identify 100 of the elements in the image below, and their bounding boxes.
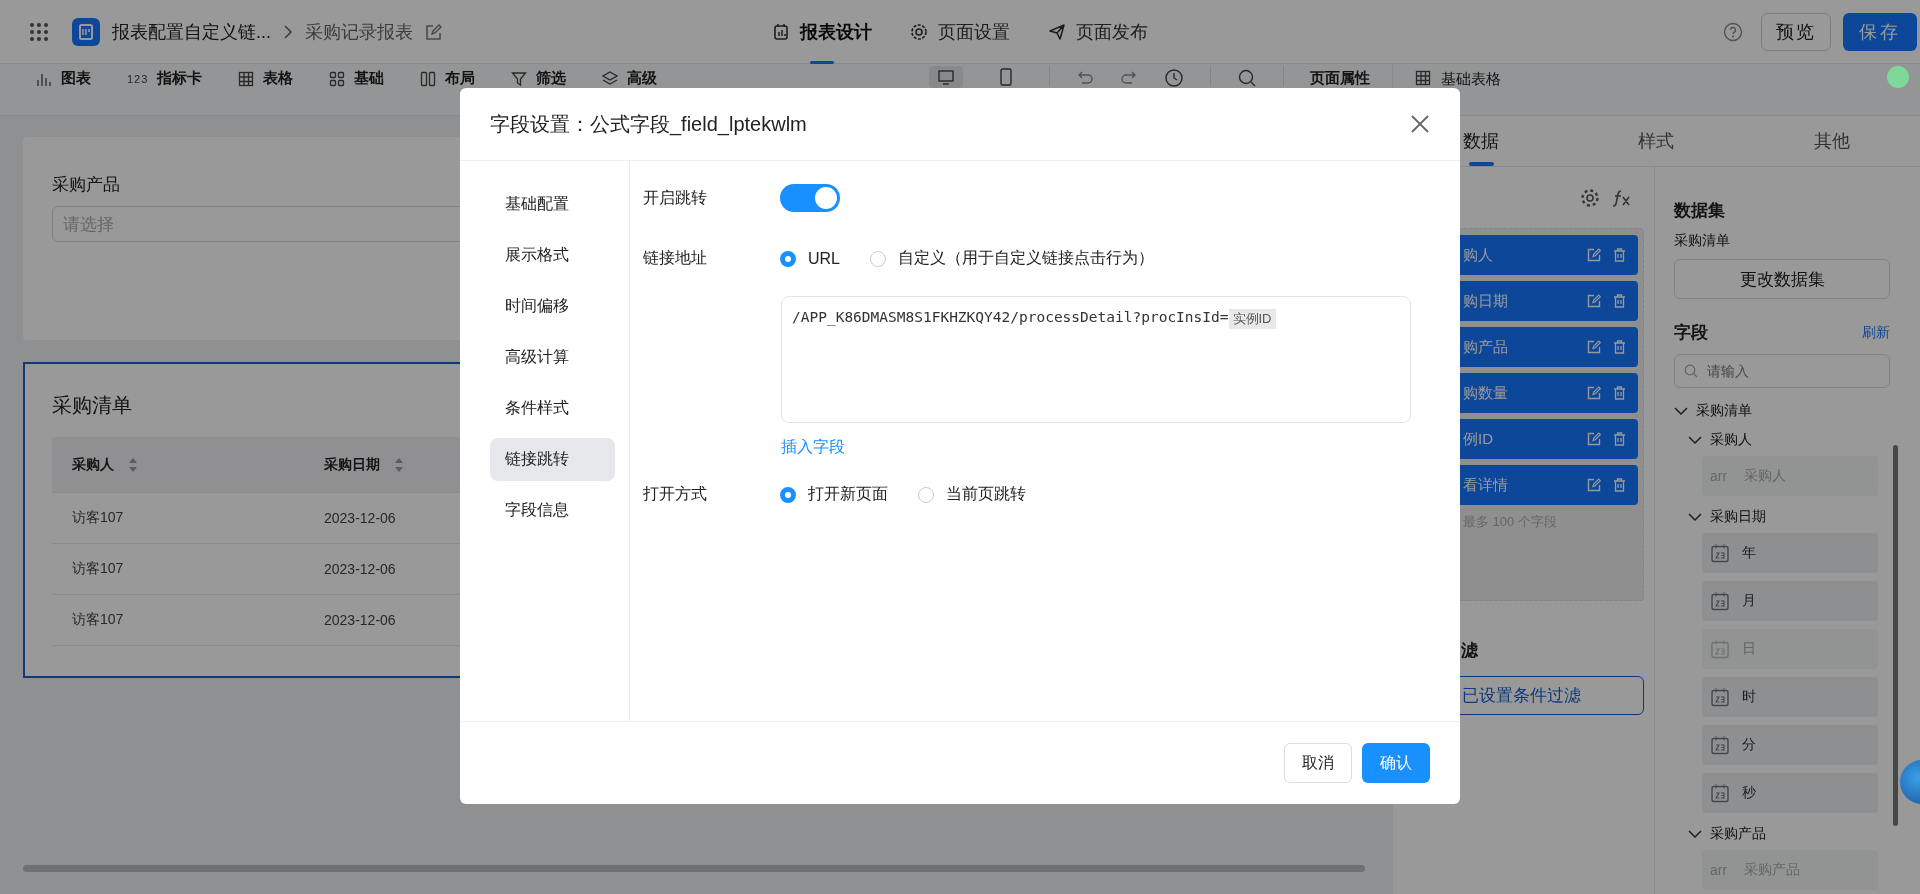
calendar-icon	[1710, 591, 1730, 611]
calendar-icon	[1710, 639, 1730, 659]
layers-icon	[602, 70, 619, 87]
field-item[interactable]: 分	[1702, 725, 1878, 765]
radio-label[interactable]: 打开新页面	[808, 484, 888, 505]
horizontal-scrollbar[interactable]	[23, 865, 1365, 872]
paper-plane-icon	[1048, 23, 1066, 41]
section-heading: 数据集	[1674, 200, 1726, 222]
sort-icon[interactable]	[394, 456, 404, 473]
panel-tab[interactable]: 数据	[1393, 116, 1569, 166]
radio-label[interactable]: URL	[808, 249, 840, 268]
tree-node[interactable]: 采购人	[1710, 431, 1752, 449]
calendar-chart-icon	[772, 23, 790, 41]
table-cell: 访客107	[72, 509, 124, 527]
tree-node[interactable]: 采购日期	[1710, 508, 1766, 526]
confirm-button[interactable]: 确认	[1362, 743, 1430, 783]
field-item[interactable]: 秒	[1702, 773, 1878, 813]
section-heading: 滤	[1460, 640, 1479, 662]
toggle-switch[interactable]	[780, 184, 840, 212]
component-title: 基础表格	[1441, 70, 1501, 89]
delete-icon[interactable]	[1613, 432, 1626, 446]
component-tool[interactable]: 基础	[329, 69, 385, 88]
component-tool[interactable]: 表格	[238, 69, 294, 88]
dialog-title: 字段设置：公式字段_field_lptekwlm	[490, 111, 807, 138]
chevron-down-icon[interactable]	[1688, 435, 1702, 445]
tree-node[interactable]: 采购清单	[1696, 402, 1752, 420]
calendar-icon	[1710, 543, 1730, 563]
sort-icon[interactable]	[128, 456, 138, 473]
table-cell: 访客107	[72, 611, 124, 629]
panel-tab[interactable]: 样式	[1568, 116, 1745, 166]
close-icon[interactable]	[1410, 114, 1430, 134]
help-icon[interactable]	[1723, 22, 1743, 42]
delete-icon[interactable]	[1613, 294, 1626, 308]
filter-icon	[511, 70, 528, 87]
app-title[interactable]: 报表配置自定义链...	[112, 20, 271, 44]
chevron-down-icon[interactable]	[1688, 829, 1702, 839]
component-tool[interactable]: 图表	[36, 69, 91, 88]
settings-nav-item[interactable]: 链接跳转	[490, 438, 615, 481]
nav-tab[interactable]: 报表设计	[772, 0, 872, 64]
component-tool[interactable]: 高级	[602, 69, 658, 88]
component-tool[interactable]: 布局	[420, 69, 476, 88]
delete-icon[interactable]	[1613, 478, 1626, 492]
radio-label[interactable]: 当前页跳转	[946, 484, 1026, 505]
component-tool[interactable]: 123 指标卡	[127, 69, 203, 88]
field-label: 开启跳转	[643, 188, 708, 208]
search-icon[interactable]	[1237, 68, 1257, 88]
insert-field-link[interactable]: 插入字段	[781, 437, 845, 458]
table-cell: 2023-12-06	[324, 510, 396, 526]
settings-nav-item[interactable]: 字段信息	[490, 489, 615, 532]
nav-tab[interactable]: 页面设置	[910, 0, 1010, 64]
blocks-icon	[329, 70, 346, 87]
save-button[interactable]: 保存	[1843, 13, 1917, 51]
component-tool[interactable]: 筛选	[511, 69, 567, 88]
table-cell: 访客107	[72, 560, 124, 578]
delete-icon[interactable]	[1613, 248, 1626, 262]
settings-nav-item[interactable]: 条件样式	[490, 387, 615, 430]
field-label: 打开方式	[643, 484, 708, 504]
nav-tab[interactable]: 页面发布	[1048, 0, 1148, 64]
column-header[interactable]: 采购人	[72, 455, 114, 474]
history-icon[interactable]	[1164, 68, 1184, 88]
search-icon	[1684, 364, 1698, 378]
calendar-icon	[1710, 783, 1730, 803]
filter-label: 采购产品	[52, 174, 120, 196]
url-textarea[interactable]: /APP_K86DMASM8S1FKHZKQY42/processDetail?procInsId= 实例ID	[781, 296, 1411, 423]
tree-node[interactable]: 采购产品	[1710, 825, 1766, 843]
chevron-down-icon[interactable]	[1688, 512, 1702, 522]
calendar-icon	[1710, 735, 1730, 755]
vertical-scrollbar[interactable]	[1893, 445, 1898, 826]
report-logo-icon	[72, 18, 100, 46]
panel-tab[interactable]: 其他	[1744, 116, 1920, 166]
cancel-button[interactable]: 取消	[1284, 743, 1352, 783]
table-cell: 2023-12-06	[324, 561, 396, 577]
page-properties-button[interactable]: 页面属性	[1310, 69, 1370, 88]
section-heading: 字段	[1674, 322, 1708, 344]
settings-nav-item[interactable]: 时间偏移	[490, 285, 615, 328]
field-item[interactable]: 年	[1702, 533, 1878, 573]
delete-icon[interactable]	[1613, 386, 1626, 400]
formula-icon[interactable]	[1612, 189, 1632, 207]
preview-button[interactable]: 预览	[1761, 13, 1831, 51]
edit-icon[interactable]	[425, 23, 442, 41]
field-item[interactable]: 时	[1702, 677, 1878, 717]
delete-icon[interactable]	[1613, 340, 1626, 354]
table-cell: 2023-12-06	[324, 612, 396, 628]
apps-grid-icon[interactable]	[30, 23, 48, 41]
field-search-field[interactable]: 请输入	[1674, 354, 1890, 388]
radio-button[interactable]	[780, 486, 796, 503]
settings-nav-item[interactable]: 高级计算	[490, 336, 615, 379]
page-title: 采购记录报表	[305, 21, 413, 44]
radio-label[interactable]: 自定义（用于自定义链接点击行为）	[898, 248, 1154, 269]
refresh-link[interactable]: 刷新	[1862, 323, 1890, 342]
change-dataset-button[interactable]: 更改数据集	[1674, 259, 1890, 299]
chevron-down-icon[interactable]	[1674, 406, 1688, 416]
column-header[interactable]: 采购日期	[324, 455, 380, 474]
desktop-view-icon[interactable]	[929, 66, 963, 88]
calendar-icon	[1710, 687, 1730, 707]
field-item[interactable]: 月	[1702, 581, 1878, 621]
table-title: 采购清单	[52, 393, 132, 418]
chevron-right-icon	[283, 24, 293, 40]
radio-button[interactable]	[780, 250, 796, 267]
settings-icon[interactable]	[1580, 188, 1600, 208]
